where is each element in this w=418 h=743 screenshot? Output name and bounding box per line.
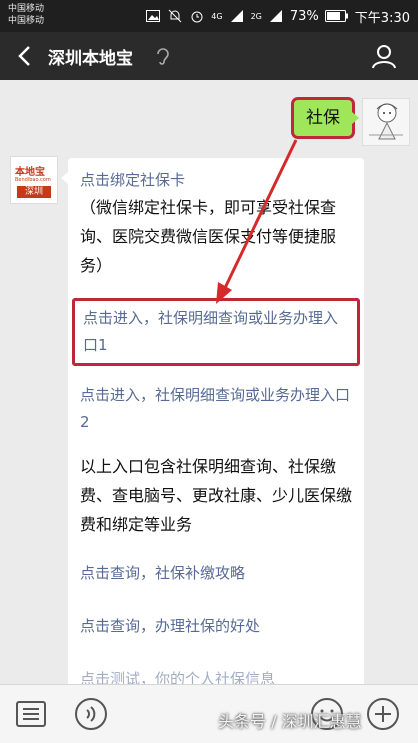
avatar-logo-city: 深圳 — [17, 186, 51, 198]
carrier-label: 中国移动 — [8, 4, 45, 14]
bot-avatar[interactable]: 本地宝 Bendibao.com 深圳 — [10, 156, 58, 204]
user-avatar[interactable] — [362, 98, 410, 146]
image-icon — [145, 8, 161, 24]
ear-icon — [154, 46, 170, 66]
battery-icon — [324, 8, 349, 24]
entry-link-1[interactable]: 点击进入，社保明细查询或业务办理入口1 — [83, 301, 349, 363]
chat-header: 深圳本地宝 — [0, 32, 418, 80]
voice-icon — [75, 698, 107, 730]
chat-title: 深圳本地宝 — [48, 49, 133, 69]
supplement-guide-link[interactable]: 点击查询，社保补缴攻略 — [80, 561, 352, 586]
cartoon-avatar-icon — [369, 103, 403, 140]
person-icon — [372, 45, 396, 69]
alarm-icon — [189, 8, 205, 24]
chat-area[interactable]: 社保 本地宝 Bendibao.com 深圳 点击绑定社保卡 （微信绑定社保卡，… — [0, 80, 418, 684]
menu-button[interactable] — [14, 697, 48, 731]
benefits-link[interactable]: 点击查询，办理社保的好处 — [80, 614, 352, 639]
signal-icon — [229, 8, 245, 24]
network-type-label: 4G — [211, 11, 223, 21]
more-button[interactable] — [366, 697, 400, 731]
back-button[interactable] — [12, 42, 40, 70]
battery-percent: 73% — [289, 8, 319, 24]
carrier-label: 中国移动 — [8, 16, 45, 26]
profile-button[interactable] — [370, 42, 398, 70]
voice-button[interactable] — [74, 697, 108, 731]
watermark: 头条号 / 深圳汇惠慧 — [218, 712, 362, 731]
mute-icon — [167, 8, 183, 24]
entry-description: 以上入口包含社保明细查询、社保缴费、查电脑号、更改社康、少儿医保缴费和绑定等业务 — [80, 457, 353, 534]
avatar-logo-text: 本地宝 — [15, 167, 45, 178]
chevron-left-icon — [18, 46, 30, 66]
avatar-logo-url: Bendibao.com — [15, 177, 51, 183]
test-link[interactable]: 点击测试，你的个人社保信息 — [80, 667, 352, 684]
menu-list-icon — [16, 701, 46, 727]
bot-message-bubble: 点击绑定社保卡 （微信绑定社保卡，即可享受社保查询、医院交费微信医保支付等便捷服… — [61, 158, 364, 684]
signal-icon — [268, 8, 284, 24]
bind-card-description: （微信绑定社保卡，即可享受社保查询、医院交费微信医保支付等便捷服务） — [80, 198, 337, 275]
status-bar: 中国移动 中国移动 4G 2G 73% 下午3:30 — [0, 0, 418, 32]
bind-card-link[interactable]: 点击绑定社保卡 — [80, 168, 352, 193]
entry-link-2[interactable]: 点击进入，社保明细查询或业务办理入口2 — [80, 382, 352, 436]
user-message-bubble[interactable]: 社保 — [294, 100, 359, 136]
network-type-label: 2G — [250, 11, 262, 21]
plus-icon — [367, 698, 399, 730]
clock: 下午3:30 — [354, 10, 410, 26]
highlighted-entry-box: 点击进入，社保明细查询或业务办理入口1 — [72, 298, 360, 366]
